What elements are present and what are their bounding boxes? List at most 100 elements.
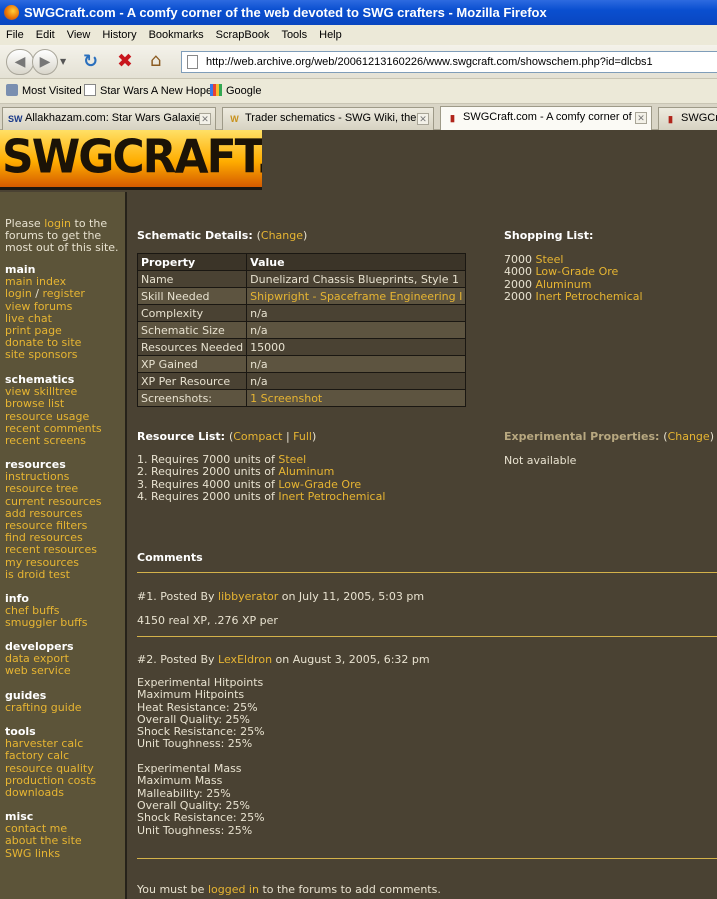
menu-file[interactable]: File — [0, 25, 30, 45]
close-tab-icon[interactable]: ✕ — [417, 113, 429, 125]
login-prompt: Please login to the forums to get the mo… — [5, 217, 119, 254]
resource-link-low-grade-ore[interactable]: Low-Grade Ore — [536, 265, 619, 278]
menu-edit[interactable]: Edit — [30, 25, 61, 45]
resource-list-heading: Resource List: (Compact | Full) — [137, 430, 317, 443]
resource-link-aluminum[interactable]: Aluminum — [278, 465, 334, 478]
shopping-list-heading: Shopping List: — [504, 229, 594, 242]
list-item: 2000 Inert Petrochemical — [504, 289, 643, 303]
resource-link-low-grade-ore[interactable]: Low-Grade Ore — [278, 478, 361, 491]
sidebar-item-swg-links[interactable]: SWG links — [5, 847, 123, 860]
shopping-list: 7000 Steel 4000 Low-Grade Ore 2000 Alumi… — [504, 253, 643, 303]
screenshot-link[interactable]: 1 Screenshot — [246, 389, 467, 407]
resource-link-inert-petrochemical[interactable]: Inert Petrochemical — [278, 490, 385, 503]
tab-swgcraft[interactable]: ▮ SWGCraft.com - A comfy corner of ... ✕ — [440, 106, 652, 130]
sidebar-section-schematics: schematics view skilltree browse list re… — [5, 373, 123, 447]
back-button[interactable]: ◀ — [6, 49, 34, 75]
back-arrow-icon: ◀ — [14, 54, 26, 70]
sidebar-item-resource-quality[interactable]: resource quality — [5, 762, 123, 775]
main-content: Schematic Details: (Change) Property Val… — [129, 192, 717, 899]
tab-allakhazam[interactable]: SW Allakhazam.com: Star Wars Galaxies ✕ — [2, 107, 216, 130]
sidebar-item-factory-calc[interactable]: factory calc — [5, 750, 123, 762]
sidebar-item-resource-usage[interactable]: resource usage — [5, 410, 123, 423]
skill-needed-link[interactable]: Shipwright - Spaceframe Engineering I — [246, 287, 467, 305]
page-icon — [187, 55, 198, 69]
forward-arrow-icon: ▶ — [39, 54, 51, 70]
resource-link-steel[interactable]: Steel — [278, 453, 306, 466]
menu-bar: File Edit View History Bookmarks ScrapBook Too… — [0, 25, 717, 45]
column-header-property: Property — [136, 253, 248, 271]
close-tab-icon[interactable]: ✕ — [635, 112, 647, 124]
bookmark-most-visited[interactable]: Most Visited — [6, 79, 82, 104]
menu-scrapbook[interactable]: ScrapBook — [210, 25, 276, 45]
full-view-link[interactable]: Full — [293, 430, 312, 443]
logged-in-link[interactable]: logged in — [208, 883, 259, 896]
add-comment-notice: You must be logged in to the forums to a… — [137, 883, 441, 896]
sidebar-item-recent-resources[interactable]: recent resources — [5, 544, 123, 556]
change-schematic-link[interactable]: Change — [261, 229, 303, 242]
change-experimental-link[interactable]: Change — [668, 430, 710, 443]
sidebar-section-main: main main index login / register view fo… — [5, 263, 123, 362]
menu-tools[interactable]: Tools — [275, 25, 313, 45]
site-header: SWGCRAFT.COM — [0, 130, 717, 192]
bookmark-google[interactable]: Google — [210, 79, 261, 104]
sidebar-item-login[interactable]: login — [5, 287, 32, 300]
bookmark-star-wars[interactable]: Star Wars A New Hope — [84, 79, 212, 104]
menu-bookmarks[interactable]: Bookmarks — [143, 25, 210, 45]
site-logo[interactable]: SWGCRAFT.COM — [0, 130, 262, 190]
sidebar-item-register[interactable]: register — [43, 287, 85, 300]
sidebar-item-view-forums[interactable]: view forums — [5, 300, 123, 313]
comment-author-link[interactable]: LexEldron — [218, 653, 272, 666]
swgcraft-icon: ▮ — [450, 113, 455, 123]
sidebar-item-resource-tree[interactable]: resource tree — [5, 483, 123, 495]
resource-link-aluminum[interactable]: Aluminum — [536, 278, 592, 291]
comment-2-body: Experimental Hitpoints Maximum Hitpoints… — [137, 676, 265, 837]
sidebar: Please login to the forums to get the mo… — [0, 192, 127, 899]
divider — [137, 858, 717, 859]
close-tab-icon[interactable]: ✕ — [199, 113, 211, 125]
table-row: XP Gained n/a — [136, 355, 467, 373]
schematic-properties-table: Property Value Name Dunelizard Chassis Bl… — [136, 253, 467, 407]
sidebar-item-crafting-guide[interactable]: crafting guide — [5, 701, 123, 714]
menu-history[interactable]: History — [96, 25, 142, 45]
sidebar-item-web-service[interactable]: web service — [5, 665, 123, 677]
sidebar-section-guides: guides crafting guide — [5, 689, 123, 714]
compact-view-link[interactable]: Compact — [233, 430, 282, 443]
sidebar-item-my-resources[interactable]: my resources — [5, 556, 123, 569]
tab-swgcraft-2[interactable]: ▮ SWGCraft — [658, 107, 717, 130]
firefox-icon — [4, 5, 19, 20]
menu-view[interactable]: View — [61, 25, 97, 45]
url-text: http://web.archive.org/web/2006121316022… — [206, 56, 653, 68]
forward-button[interactable]: ▶ — [32, 49, 58, 75]
table-row: Resources Needed 15000 — [136, 338, 467, 356]
url-input[interactable]: http://web.archive.org/web/2006121316022… — [181, 51, 717, 73]
sidebar-item-browse-list[interactable]: browse list — [5, 398, 123, 410]
experimental-value: Not available — [504, 454, 577, 467]
sidebar-item-droid-test[interactable]: is droid test — [5, 568, 123, 581]
wiki-icon: W — [230, 114, 239, 124]
table-row: Complexity n/a — [136, 304, 467, 322]
sidebar-item-recent-screens[interactable]: recent screens — [5, 434, 123, 447]
sidebar-item-about-site[interactable]: about the site — [5, 835, 123, 847]
history-dropdown-icon[interactable]: ▼ — [60, 57, 66, 66]
table-row: XP Per Resource n/a — [136, 372, 467, 390]
sidebar-item-current-resources[interactable]: current resources — [5, 495, 123, 508]
resource-link-inert-petrochemical[interactable]: Inert Petrochemical — [536, 290, 643, 303]
resource-link-steel[interactable]: Steel — [536, 253, 564, 266]
sidebar-item-smuggler-buffs[interactable]: smuggler buffs — [5, 617, 123, 629]
sidebar-item-downloads[interactable]: downloads — [5, 786, 123, 799]
experimental-properties-heading: Experimental Properties: (Change) — [504, 430, 714, 443]
logo-text: SWGCRAFT.COM — [2, 130, 262, 185]
reload-icon[interactable]: ↻ — [83, 51, 98, 72]
sidebar-section-resources: resources instructions resource tree cur… — [5, 458, 123, 581]
home-icon[interactable]: ⌂ — [150, 50, 161, 71]
google-icon — [210, 84, 222, 96]
stop-icon[interactable]: ✖ — [117, 50, 133, 72]
schematic-details-heading: Schematic Details: (Change) — [137, 229, 308, 242]
column-header-value: Value — [246, 253, 467, 271]
sidebar-item-site-sponsors[interactable]: site sponsors — [5, 349, 123, 361]
table-row: Skill Needed Shipwright - Spaceframe Engi… — [136, 287, 467, 305]
divider — [137, 572, 717, 573]
comment-author-link[interactable]: libbyerator — [218, 590, 278, 603]
tab-swg-wiki[interactable]: W Trader schematics - SWG Wiki, the ... … — [222, 107, 434, 130]
menu-help[interactable]: Help — [313, 25, 348, 45]
